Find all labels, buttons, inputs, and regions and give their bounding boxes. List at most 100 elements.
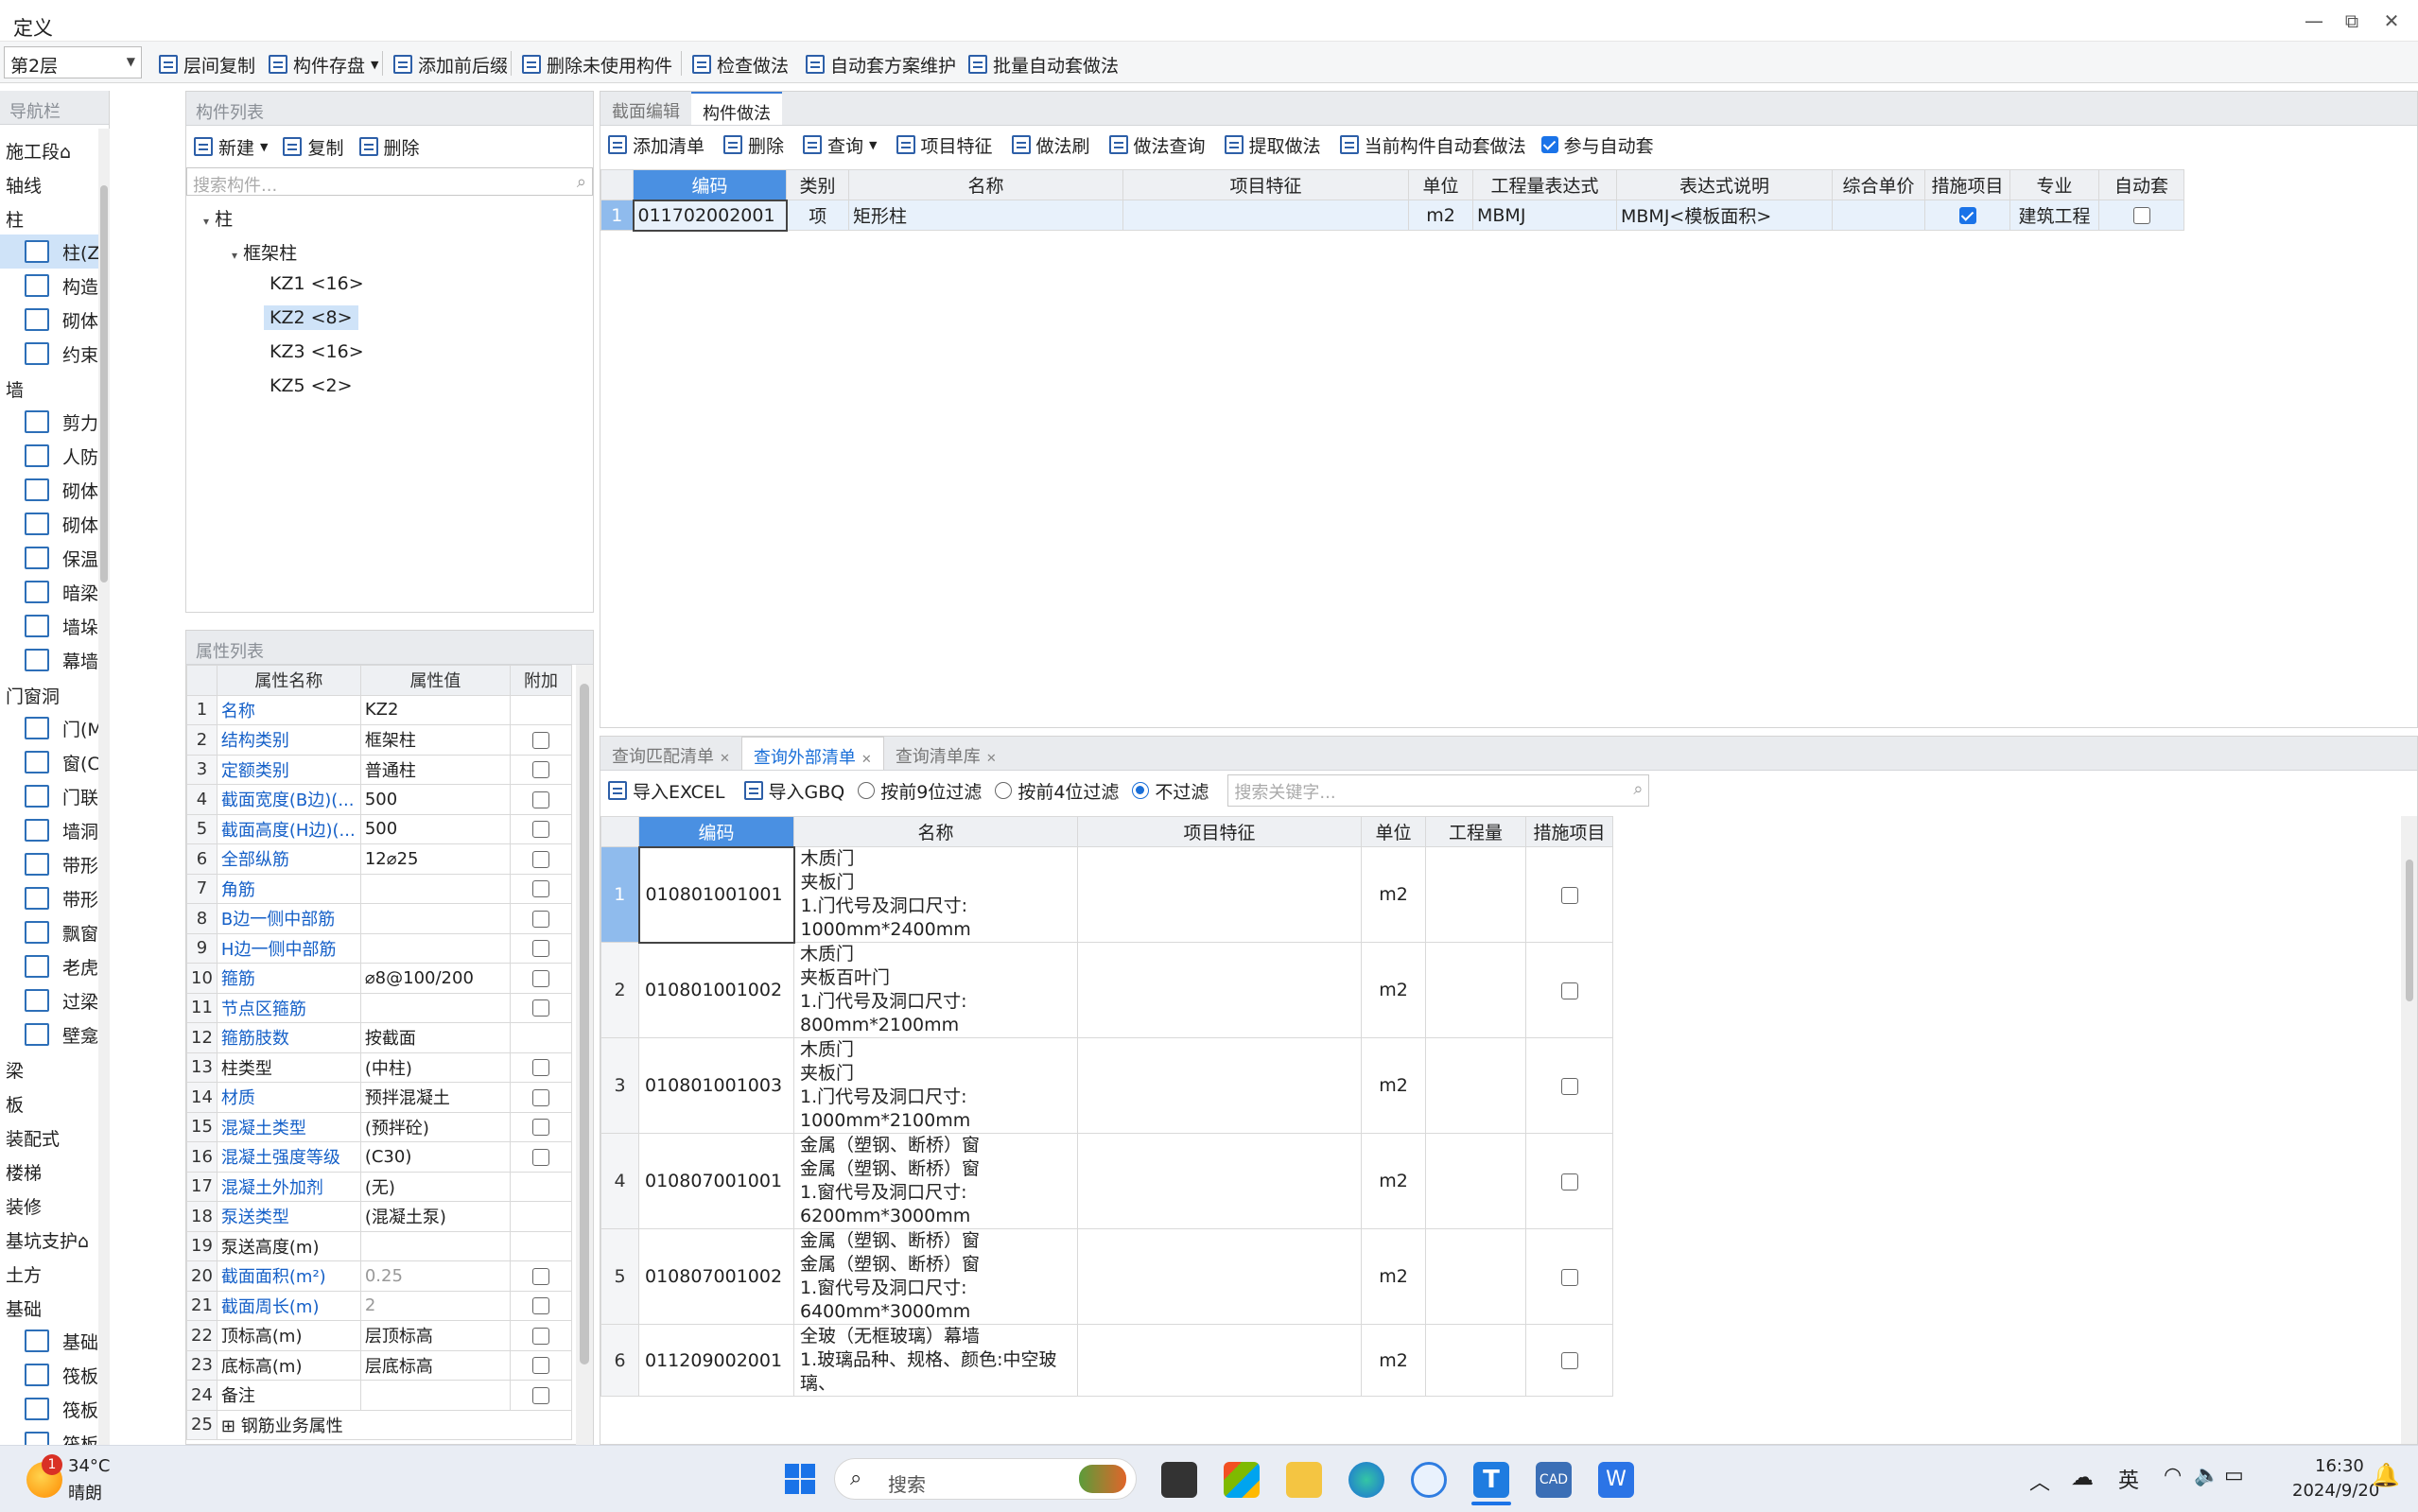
copy-component-button[interactable]: 复制: [283, 134, 344, 160]
col-name[interactable]: 名称: [793, 816, 1078, 847]
bill-row[interactable]: 2 010801001002 木质门 夹板百叶门 1.门代号及洞口尺寸: 800mm*21…: [600, 942, 1613, 1038]
auto-scheme-button[interactable]: 自动套方案维护: [806, 51, 956, 78]
import-gbq-button[interactable]: 导入GBQ: [743, 778, 844, 804]
extra-checkbox[interactable]: [532, 791, 550, 808]
nav-scrollbar[interactable]: [98, 129, 110, 1445]
tree-item-kz2[interactable]: KZ2 <8>: [264, 305, 358, 330]
extra-checkbox[interactable]: [532, 1088, 550, 1106]
tab-section-edit[interactable]: 截面编辑: [600, 92, 691, 125]
col-unit[interactable]: 单位: [1408, 169, 1473, 200]
expand-icon[interactable]: ⊞: [221, 1416, 241, 1436]
property-row[interactable]: 25 ⊞ 钢筋业务属性: [186, 1409, 573, 1440]
extra-checkbox[interactable]: [532, 850, 550, 868]
nav-category[interactable]: 基坑支护⌂: [0, 1222, 106, 1256]
cell-code[interactable]: 011702002001: [632, 199, 788, 232]
extra-checkbox[interactable]: [532, 1297, 550, 1315]
property-scrollbar[interactable]: [576, 665, 593, 1446]
bell-icon[interactable]: 🔔: [2372, 1462, 2400, 1488]
property-value[interactable]: 500: [359, 784, 512, 815]
cell-price[interactable]: [1832, 200, 1925, 231]
property-value[interactable]: 层顶标高: [359, 1320, 512, 1351]
cell-measure[interactable]: [1924, 200, 2010, 231]
property-value[interactable]: (C30): [359, 1141, 512, 1173]
bill-quantity[interactable]: [1425, 942, 1526, 1038]
add-prefix-suffix-button[interactable]: 添加前后缀: [393, 51, 508, 78]
property-row[interactable]: 10 箍筋 ⌀8@100/200: [186, 963, 572, 994]
item-feature-button[interactable]: 项目特征: [896, 132, 993, 158]
nav-item[interactable]: 飘窗(X): [0, 915, 106, 949]
bill-code[interactable]: 010801001003: [638, 1037, 794, 1134]
bill-quantity[interactable]: [1425, 1037, 1526, 1134]
property-value[interactable]: ⌀8@100/200: [359, 963, 512, 994]
property-row[interactable]: 4 截面宽度(B边)(... 500: [186, 784, 572, 815]
clock-time[interactable]: 16:30: [2315, 1456, 2364, 1476]
property-row[interactable]: 23 底标高(m) 层底标高: [186, 1349, 572, 1381]
cell-unit[interactable]: m2: [1408, 200, 1473, 231]
property-value[interactable]: (无): [359, 1171, 512, 1202]
bill-feature[interactable]: [1077, 1037, 1362, 1134]
edge-icon[interactable]: [1348, 1462, 1384, 1498]
start-button[interactable]: [785, 1464, 815, 1494]
nav-item[interactable]: 筏板基础(M: [0, 1358, 106, 1392]
property-value[interactable]: (预拌砼): [359, 1111, 512, 1142]
bill-measure[interactable]: [1525, 1133, 1613, 1229]
cell-expr-desc[interactable]: MBMJ<模板面积>: [1616, 200, 1833, 231]
nav-category[interactable]: 门窗洞: [0, 677, 106, 711]
property-row[interactable]: 18 泵送类型 (混凝土泵): [186, 1201, 572, 1232]
nav-item[interactable]: 壁龛(I): [0, 1017, 106, 1051]
method-row[interactable]: 1 011702002001 项 矩形柱 m2 MBMJ MBMJ<模板面积> …: [600, 199, 2184, 232]
delete-unused-button[interactable]: 删除未使用构件: [522, 51, 672, 78]
bill-quantity[interactable]: [1425, 1228, 1526, 1325]
col-quantity[interactable]: 工程量: [1425, 816, 1526, 847]
property-row[interactable]: 21 截面周长(m) 2: [186, 1290, 572, 1321]
import-excel-button[interactable]: 导入EXCEL: [608, 778, 725, 804]
bill-feature[interactable]: [1077, 1228, 1362, 1325]
bill-measure[interactable]: [1525, 1037, 1613, 1134]
measure-checkbox[interactable]: [1560, 1268, 1578, 1286]
extra-checkbox[interactable]: [532, 761, 550, 779]
property-value[interactable]: 12⌀25: [359, 843, 512, 875]
extra-checkbox[interactable]: [532, 1267, 550, 1285]
nav-item[interactable]: 门联窗(A): [0, 779, 106, 813]
auto-checkbox[interactable]: [2132, 207, 2150, 224]
bill-row[interactable]: 5 010807001002 金属（塑钢、断桥）窗 金属（塑钢、断桥）窗 1.窗代号及洞…: [600, 1228, 1613, 1325]
tree-root-column[interactable]: ▾ 柱: [203, 205, 233, 231]
close-icon[interactable]: ✕: [986, 752, 997, 766]
restore-button[interactable]: ⧉: [2338, 9, 2366, 34]
glodon-t-icon[interactable]: T: [1473, 1462, 1509, 1498]
nav-item[interactable]: 门(M): [0, 711, 106, 745]
bill-row[interactable]: 4 010807001001 金属（塑钢、断桥）窗 金属（塑钢、断桥）窗 1.窗代号及洞…: [600, 1133, 1613, 1229]
property-row[interactable]: 13 柱类型 (中柱): [186, 1051, 572, 1083]
nav-category[interactable]: 施工段⌂: [0, 132, 106, 166]
nav-item[interactable]: 墙垛(E): [0, 609, 106, 643]
bill-name[interactable]: 全玻（无框玻璃）幕墙 1.玻璃品种、规格、颜色:中空玻璃、: [793, 1324, 1078, 1397]
clock-date[interactable]: 2024/9/20: [2292, 1481, 2379, 1501]
col-feature[interactable]: 项目特征: [1122, 169, 1409, 200]
bill-row[interactable]: 1 010801001001 木质门 夹板门 1.门代号及洞口尺寸: 1000mm*240…: [600, 845, 1613, 944]
col-name[interactable]: 名称: [848, 169, 1123, 200]
auto-apply-current-button[interactable]: 当前构件自动套做法: [1339, 132, 1526, 158]
property-row[interactable]: 5 截面高度(H边)(... 500: [186, 813, 572, 844]
extra-checkbox[interactable]: [532, 940, 550, 958]
property-row[interactable]: 16 混凝土强度等级 (C30): [186, 1141, 572, 1173]
extra-checkbox[interactable]: [532, 821, 550, 839]
property-row[interactable]: 20 截面面积(m²) 0.25: [186, 1260, 572, 1292]
method-query-button[interactable]: 做法查询: [1108, 132, 1206, 158]
bill-measure[interactable]: [1525, 942, 1613, 1038]
tree-item-kz5[interactable]: KZ5 <2>: [270, 375, 353, 396]
tab-bill-library[interactable]: 查询清单库 ✕: [884, 737, 1008, 770]
file-explorer-icon[interactable]: [1286, 1462, 1322, 1498]
measure-checkbox[interactable]: [1560, 1352, 1578, 1369]
property-value[interactable]: KZ2: [359, 694, 512, 725]
no-filter-radio[interactable]: 不过滤: [1132, 778, 1209, 804]
nav-item[interactable]: 砌体墙(Q): [0, 473, 106, 507]
property-value[interactable]: 500: [359, 813, 512, 844]
tree-item-kz3[interactable]: KZ3 <16>: [270, 341, 364, 362]
property-row[interactable]: 7 角筋: [186, 873, 572, 904]
bill-feature[interactable]: [1077, 942, 1362, 1038]
property-row[interactable]: 2 结构类别 框架柱: [186, 724, 572, 756]
property-row[interactable]: 9 H边一侧中部筋: [186, 932, 572, 964]
bill-feature[interactable]: [1077, 1133, 1362, 1229]
tab-external-bill[interactable]: 查询外部清单 ✕: [740, 737, 884, 770]
bill-row[interactable]: 3 010801001003 木质门 夹板门 1.门代号及洞口尺寸: 1000mm*210…: [600, 1037, 1613, 1134]
